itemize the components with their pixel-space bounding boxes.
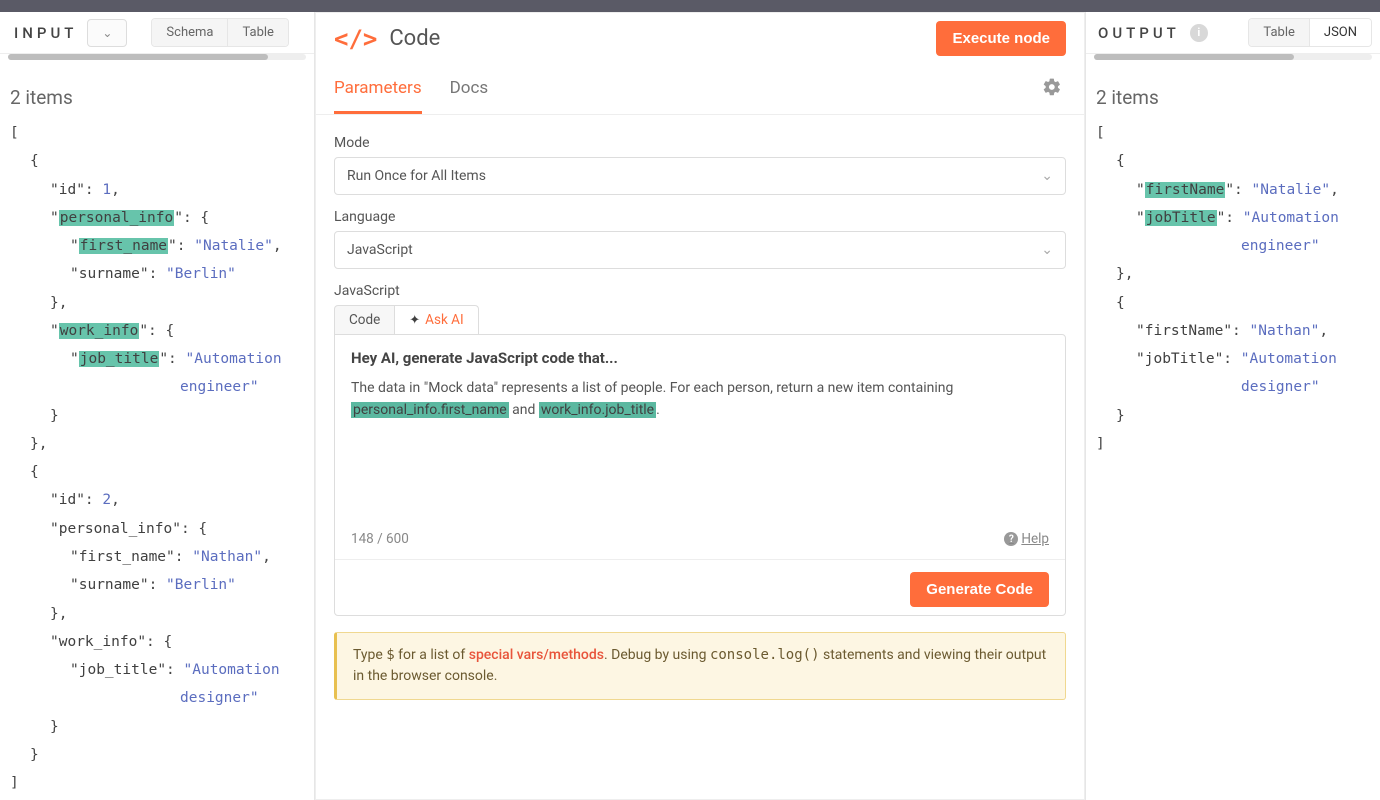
char-count: 148 / 600 xyxy=(351,531,409,547)
input-dropdown-toggle[interactable]: ⌄ xyxy=(87,19,127,47)
center-tabs: Parameters Docs xyxy=(316,64,1084,115)
input-items-count: 2 items xyxy=(0,60,314,119)
hint-text-mid1: for a list of xyxy=(395,647,469,663)
javascript-label: JavaScript xyxy=(334,283,1066,299)
app-top-bar xyxy=(0,0,1380,12)
form-body: Mode Run Once for All Items ⌄ Language J… xyxy=(316,115,1084,799)
chevron-down-icon: ⌄ xyxy=(1041,168,1053,184)
output-tab-json[interactable]: JSON xyxy=(1310,19,1371,46)
input-json-area[interactable]: [ { "id": 1, "personal_info": { "first_n… xyxy=(0,119,314,800)
ai-text-before: The data in "Mock data" represents a lis… xyxy=(351,380,953,396)
input-title: INPUT xyxy=(14,24,77,42)
node-title: Code xyxy=(389,26,924,51)
hint-text-mid2: . Debug by using xyxy=(604,647,710,663)
output-panel-header: OUTPUT i Table JSON xyxy=(1086,12,1380,54)
output-json-area[interactable]: [ { "firstName": "Natalie", "jobTitle": … xyxy=(1086,119,1380,800)
help-icon: ? xyxy=(1004,532,1018,546)
output-horizontal-scrollbar[interactable] xyxy=(1094,54,1372,60)
output-tab-table[interactable]: Table xyxy=(1249,19,1309,46)
input-panel-header: INPUT ⌄ Schema Table xyxy=(0,12,314,54)
ask-ai-footer: 148 / 600 ? Help xyxy=(351,531,1049,547)
inner-tab-ask-ai[interactable]: ✦ Ask AI xyxy=(395,305,478,334)
mode-select[interactable]: Run Once for All Items ⌄ xyxy=(334,157,1066,195)
generate-code-button[interactable]: Generate Code xyxy=(910,572,1049,607)
mode-label: Mode xyxy=(334,135,1066,151)
execute-node-button[interactable]: Execute node xyxy=(936,21,1066,56)
info-icon[interactable]: i xyxy=(1190,24,1208,42)
center-header: </> Code Execute node xyxy=(316,13,1084,64)
help-label: Help xyxy=(1021,531,1049,547)
input-json-content: [ { "id": 1, "personal_info": { "first_n… xyxy=(0,119,314,800)
hint-code-console: console.log() xyxy=(710,647,820,663)
input-panel: INPUT ⌄ Schema Table 2 items [ { "id": 1… xyxy=(0,12,315,800)
main-layout: INPUT ⌄ Schema Table 2 items [ { "id": 1… xyxy=(0,12,1380,800)
hint-box: Type $ for a list of special vars/method… xyxy=(334,632,1066,700)
ask-ai-box: Hey AI, generate JavaScript code that...… xyxy=(334,334,1066,616)
output-view-tabs: Table JSON xyxy=(1248,18,1372,47)
sparkle-icon: ✦ xyxy=(409,313,420,328)
ai-highlight-1: personal_info.first_name xyxy=(351,402,509,418)
input-horizontal-scrollbar[interactable] xyxy=(8,54,306,60)
language-label: Language xyxy=(334,209,1066,225)
ask-ai-textarea[interactable]: The data in "Mock data" represents a lis… xyxy=(351,377,1049,527)
code-inner-tabs: Code ✦ Ask AI xyxy=(334,305,1066,334)
language-value: JavaScript xyxy=(347,242,413,258)
ai-text-mid: and xyxy=(509,402,539,418)
mode-value: Run Once for All Items xyxy=(347,168,486,184)
ai-text-after: . xyxy=(656,402,660,418)
input-tab-table[interactable]: Table xyxy=(228,19,287,46)
inner-tab-ask-ai-label: Ask AI xyxy=(425,312,463,328)
hint-text-before: Type xyxy=(353,647,386,663)
generate-row: Generate Code xyxy=(335,559,1065,607)
output-title: OUTPUT xyxy=(1098,24,1180,42)
center-panel: </> Code Execute node Parameters Docs Mo… xyxy=(315,12,1085,800)
hint-link-special-vars[interactable]: special vars/methods xyxy=(469,647,604,663)
help-link[interactable]: ? Help xyxy=(1004,531,1049,547)
code-icon: </> xyxy=(334,25,377,53)
ask-ai-title: Hey AI, generate JavaScript code that... xyxy=(351,349,1049,367)
ai-highlight-2: work_info.job_title xyxy=(539,402,656,418)
gear-icon[interactable] xyxy=(1038,77,1066,102)
chevron-down-icon: ⌄ xyxy=(102,26,112,40)
input-tab-schema[interactable]: Schema xyxy=(152,19,228,46)
chevron-down-icon: ⌄ xyxy=(1041,242,1053,258)
output-json-content: [ { "firstName": "Natalie", "jobTitle": … xyxy=(1086,119,1380,478)
tab-docs[interactable]: Docs xyxy=(450,64,489,114)
inner-tab-code[interactable]: Code xyxy=(334,305,395,334)
output-items-count: 2 items xyxy=(1086,60,1380,119)
output-panel: OUTPUT i Table JSON 2 items [ { "firstNa… xyxy=(1085,12,1380,800)
tab-parameters[interactable]: Parameters xyxy=(334,64,422,114)
hint-dollar: $ xyxy=(386,647,394,663)
input-view-tabs: Schema Table xyxy=(151,18,289,47)
language-select[interactable]: JavaScript ⌄ xyxy=(334,231,1066,269)
